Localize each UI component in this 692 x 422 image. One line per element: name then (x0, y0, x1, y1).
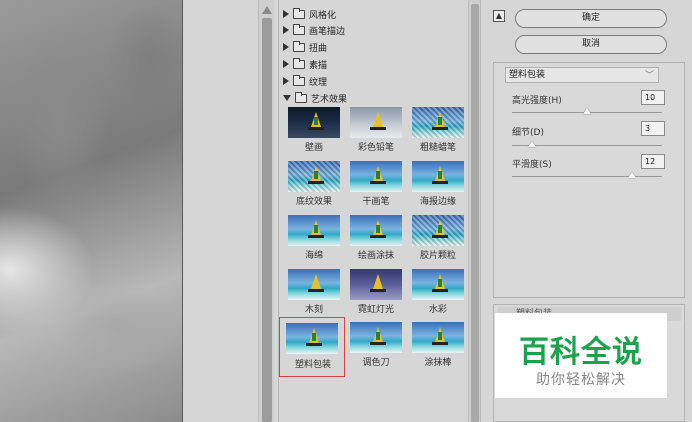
detail-label: 细节(D) (512, 128, 544, 138)
category-label: 风格化 (309, 10, 337, 21)
category-label: 纹理 (309, 77, 328, 88)
category-artistic[interactable]: 艺术效果 (283, 90, 347, 106)
filter-thumb[interactable]: 彩色铅笔 (345, 107, 407, 153)
preview-canvas[interactable] (0, 0, 182, 422)
preview-scrollbar[interactable] (258, 0, 274, 422)
expand-arrow-icon[interactable] (283, 43, 289, 51)
cancel-button[interactable]: 取消 (515, 35, 667, 54)
double-chevron-up-icon[interactable]: ▲ (493, 10, 505, 22)
filter-thumb[interactable]: 胶片颗粒 (407, 215, 469, 261)
folder-icon (293, 74, 305, 86)
filter-label: 海报边缘 (419, 197, 456, 207)
filter-thumb[interactable]: 绘画涂抹 (345, 215, 407, 261)
filter-thumb[interactable]: 粗糙蜡笔 (407, 107, 469, 153)
gallery-scrollbar[interactable] (468, 0, 480, 422)
expand-arrow-icon[interactable] (283, 77, 289, 85)
filter-label: 水彩 (428, 305, 447, 315)
smoothness-slider[interactable] (512, 176, 662, 177)
filter-preview-image (412, 322, 464, 353)
highlight-strength-label: 高光强度(H) (512, 96, 562, 106)
slider-knob-icon[interactable] (528, 141, 536, 147)
filter-preview-image (288, 215, 340, 246)
filter-preview-image (288, 107, 340, 138)
preview-scroll-thumb[interactable] (262, 18, 272, 422)
ok-button[interactable]: 确定 (515, 9, 667, 28)
chevron-down-icon: ﹀ (644, 71, 654, 81)
expand-arrow-icon[interactable] (283, 10, 289, 18)
smoothness-field[interactable]: 12 (641, 154, 665, 169)
expand-arrow-icon[interactable] (283, 26, 289, 34)
filter-preview-image (412, 161, 464, 192)
detail-field[interactable]: 3 (641, 121, 665, 136)
filter-label: 涂抹棒 (424, 358, 452, 368)
slider-knob-icon[interactable] (628, 172, 636, 178)
filter-preview-image (350, 107, 402, 138)
folder-icon (293, 57, 305, 69)
filter-thumb[interactable]: 霓虹灯光 (345, 269, 407, 315)
filter-preview-image (350, 161, 402, 192)
filter-gallery: 风格化 画笔描边 扭曲 素描 纹理 艺术效果 壁画 彩色铅笔 粗糙蜡笔 底纹效果… (278, 0, 468, 422)
filter-thumb[interactable]: 水彩 (407, 269, 469, 315)
collapse-arrow-icon[interactable] (283, 95, 291, 101)
filter-params-box: 塑料包装 ﹀ 高光强度(H) 10 细节(D) 3 平滑度(S) 12 (493, 62, 685, 298)
filter-preview-image (288, 161, 340, 192)
category-label: 素描 (309, 60, 328, 71)
filter-thumb[interactable]: 调色刀 (345, 322, 407, 368)
filter-thumb[interactable]: 干画笔 (345, 161, 407, 207)
scroll-up-icon[interactable] (262, 6, 272, 14)
filter-preview-image (412, 269, 464, 300)
category-distort[interactable]: 扭曲 (283, 39, 327, 55)
category-texture[interactable]: 纹理 (283, 73, 327, 89)
filter-thumb[interactable]: 木刻 (283, 269, 345, 315)
watermark: 百科全说 助你轻松解决 (495, 313, 667, 398)
filter-thumb[interactable]: 海报边缘 (407, 161, 469, 207)
filter-label: 底纹效果 (295, 197, 332, 207)
filter-preview-image (412, 107, 464, 138)
folder-icon (293, 23, 305, 35)
filter-label: 调色刀 (362, 358, 390, 368)
filter-thumb-selected[interactable]: 塑料包装 (279, 317, 345, 377)
filter-preview-image (350, 215, 402, 246)
filter-preview-image (286, 323, 338, 354)
smoothness-label: 平滑度(S) (512, 160, 552, 170)
filter-label: 彩色铅笔 (357, 143, 394, 153)
filter-thumb[interactable]: 底纹效果 (283, 161, 345, 207)
category-sketch[interactable]: 素描 (283, 56, 327, 72)
filter-select[interactable]: 塑料包装 ﹀ (505, 67, 659, 83)
watermark-subtitle: 助你轻松解决 (536, 372, 626, 388)
filter-label: 干画笔 (362, 197, 390, 207)
filter-label: 木刻 (304, 305, 323, 315)
filter-label: 壁画 (304, 143, 323, 153)
filter-preview-image (412, 215, 464, 246)
filter-label: 海绵 (304, 251, 323, 261)
filter-label: 塑料包装 (294, 360, 331, 370)
filter-label: 霓虹灯光 (357, 305, 394, 315)
filter-thumb[interactable]: 海绵 (283, 215, 345, 261)
category-label: 扭曲 (309, 43, 328, 54)
filter-label: 胶片颗粒 (419, 251, 456, 261)
folder-open-icon (295, 91, 307, 103)
filter-label: 绘画涂抹 (357, 251, 394, 261)
category-stylize[interactable]: 风格化 (283, 6, 336, 22)
filter-thumb[interactable]: 壁画 (283, 107, 345, 153)
preview-gutter (183, 0, 258, 422)
category-label: 画笔描边 (309, 26, 346, 37)
filter-preview-image (350, 322, 402, 353)
slider-knob-icon[interactable] (583, 108, 591, 114)
watermark-title: 百科全说 (519, 335, 643, 370)
expand-arrow-icon[interactable] (283, 60, 289, 68)
category-label: 艺术效果 (311, 94, 348, 105)
gallery-scroll-thumb[interactable] (471, 4, 479, 422)
filter-thumb[interactable]: 涂抹棒 (407, 322, 469, 368)
filter-label: 粗糙蜡笔 (419, 143, 456, 153)
folder-icon (293, 40, 305, 52)
filter-preview-image (350, 269, 402, 300)
filter-preview-image (288, 269, 340, 300)
filter-select-value: 塑料包装 (509, 70, 546, 80)
folder-icon (293, 7, 305, 19)
highlight-strength-field[interactable]: 10 (641, 90, 665, 105)
category-brush-strokes[interactable]: 画笔描边 (283, 22, 345, 38)
